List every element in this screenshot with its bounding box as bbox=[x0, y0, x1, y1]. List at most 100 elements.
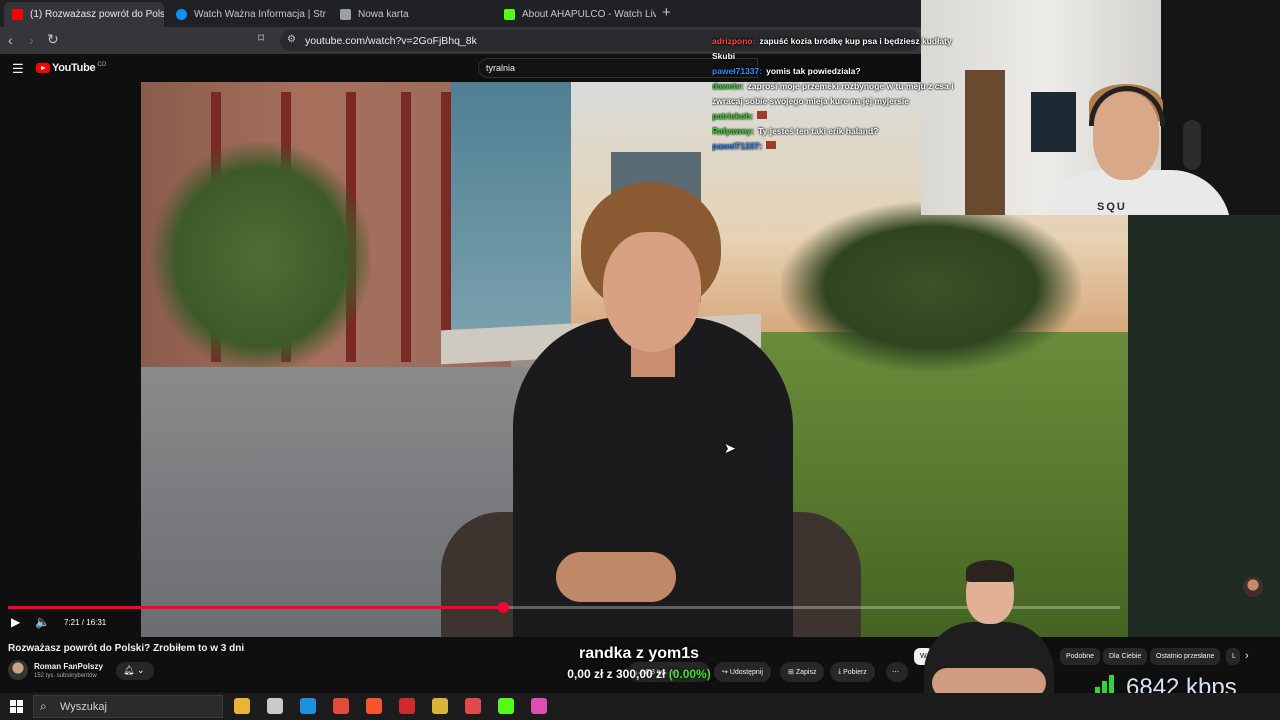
streamable-favicon-icon bbox=[176, 9, 187, 20]
donation-separator: z bbox=[606, 667, 613, 681]
chip-filter[interactable]: Dla Ciebie bbox=[1103, 648, 1148, 665]
streamer-webcam: SQU bbox=[921, 0, 1280, 215]
video-tree bbox=[151, 142, 371, 372]
chat-message: patrickoh: bbox=[712, 109, 962, 124]
volume-icon[interactable]: 🔈 bbox=[35, 615, 50, 629]
chat-text: zaprosi moje przemeki rozbynoge w tu mej… bbox=[747, 81, 954, 91]
app-red-icon[interactable] bbox=[399, 698, 415, 714]
donation-goal-title: randka z yom1s bbox=[578, 645, 700, 662]
avatar[interactable] bbox=[1243, 577, 1263, 597]
chat-text: zwracaj sobie swojego mieja kure na jej … bbox=[712, 96, 910, 106]
download-label: Pobierz bbox=[843, 668, 867, 676]
video-treeline bbox=[781, 202, 1081, 372]
tab-youtube[interactable]: (1) Rozważasz powrót do Polski? ✕ bbox=[4, 2, 164, 27]
chat-message: Skubi bbox=[712, 49, 962, 64]
app-yellow-icon[interactable] bbox=[432, 698, 448, 714]
webcam-door bbox=[965, 70, 1005, 215]
chat-username: adrizpono: bbox=[712, 36, 756, 46]
shirt-text: SQU bbox=[1097, 201, 1127, 213]
download-button[interactable]: ⤓ Pobierz bbox=[830, 662, 875, 682]
more-actions-button[interactable]: ⋯ bbox=[886, 662, 908, 682]
windows-start-icon[interactable] bbox=[10, 700, 23, 713]
shield-icon bbox=[340, 9, 351, 20]
channel-name[interactable]: Roman FanPolszy bbox=[34, 662, 103, 671]
tab-streamable[interactable]: Watch Ważna Informacja | Streamable bbox=[168, 2, 326, 27]
save-icon: ⊞ bbox=[788, 669, 794, 676]
chevron-right-icon[interactable]: › bbox=[1245, 650, 1249, 662]
search-icon: ⌕ bbox=[40, 699, 47, 713]
donation-target: 300,00 zł bbox=[615, 667, 666, 681]
chat-text: zapuść kozia bródkę kup psa i będziesz k… bbox=[759, 36, 952, 46]
chat-message: paweł71337: bbox=[712, 139, 962, 154]
chat-overlay: adrizpono: zapuść kozia bródkę kup psa i … bbox=[712, 34, 962, 154]
save-label: Zapisz bbox=[795, 668, 817, 676]
url-text: youtube.com/watch?v=2GoFjBhq_8k bbox=[305, 34, 477, 47]
logo-badge: CO bbox=[97, 62, 107, 68]
microphone-icon bbox=[1183, 120, 1201, 170]
donation-percent: (0.00%) bbox=[668, 667, 711, 681]
new-tab-icon[interactable]: + bbox=[662, 4, 671, 21]
video-glass-tower bbox=[451, 82, 571, 332]
chat-text: Skubi bbox=[712, 51, 736, 61]
chat-username: Rafyawey: bbox=[712, 126, 755, 136]
more-icon: ⋯ bbox=[892, 669, 899, 676]
brave-icon[interactable] bbox=[366, 698, 382, 714]
logo-text: YouTube bbox=[52, 62, 96, 74]
tab-label: Watch Ważna Informacja | Streamable bbox=[194, 9, 326, 20]
download-icon: ⤓ bbox=[838, 668, 842, 675]
chat-username: paweł71337: bbox=[712, 66, 763, 76]
time-display: 7:21 / 16:31 bbox=[64, 618, 107, 627]
webcam-poster bbox=[1031, 92, 1076, 152]
emote-icon bbox=[766, 141, 777, 149]
edge-icon[interactable] bbox=[300, 698, 316, 714]
emote-icon bbox=[757, 111, 768, 119]
video-person-hands bbox=[556, 552, 676, 602]
video-person-face bbox=[603, 232, 701, 352]
save-button[interactable]: ⊞ Zapisz bbox=[780, 662, 825, 682]
bookmark-icon[interactable]: ⌑ bbox=[258, 31, 264, 45]
kick-favicon-icon bbox=[504, 9, 515, 20]
tab-label: About AHAPULCO - Watch Live on Kick bbox=[522, 9, 656, 20]
tab-kick[interactable]: About AHAPULCO - Watch Live on Kick bbox=[496, 2, 656, 27]
chat-username: dawetv: bbox=[712, 81, 744, 91]
hamburger-menu-icon[interactable]: ☰ bbox=[12, 61, 24, 77]
chip-filter[interactable]: L bbox=[1226, 648, 1240, 665]
donation-goal-amount: 0,00 zł z 300,00 zł (0.00%) bbox=[508, 667, 770, 681]
taskbar-search-input[interactable]: Wyszukaj bbox=[33, 695, 223, 718]
donation-current: 0,00 zł bbox=[567, 667, 604, 681]
file-explorer-icon[interactable] bbox=[234, 698, 250, 714]
chat-message: Rafyawey: Ty jesteś ten taki erik haland? bbox=[712, 124, 962, 139]
app-circle-icon[interactable] bbox=[465, 698, 481, 714]
chip-filter[interactable]: Ostatnio przesłane bbox=[1150, 648, 1221, 665]
files-icon[interactable] bbox=[267, 698, 283, 714]
progress-scrubber[interactable] bbox=[497, 602, 509, 613]
forward-icon[interactable]: › bbox=[29, 32, 34, 48]
video-title: Rozważasz powrót do Polski? Zrobiłem to … bbox=[8, 643, 245, 654]
guest-hair bbox=[966, 560, 1014, 582]
mouse-cursor-icon: ➤ bbox=[724, 440, 736, 456]
chip-filter[interactable]: Podobne bbox=[1060, 648, 1101, 665]
channel-avatar[interactable] bbox=[8, 660, 28, 680]
youtube-logo[interactable]: YouTube CO bbox=[36, 62, 106, 74]
back-icon[interactable]: ‹ bbox=[8, 32, 13, 48]
site-info-icon[interactable]: ⚙ bbox=[287, 34, 296, 45]
chat-username: paweł71337: bbox=[712, 141, 763, 151]
sidebar-panel bbox=[1128, 215, 1280, 637]
notification-bell-button[interactable]: 🔔︎ ⌄ bbox=[116, 662, 154, 680]
chat-text: Ty jesteś ten taki erik haland? bbox=[758, 126, 879, 136]
chrome-icon[interactable] bbox=[333, 698, 349, 714]
reload-icon[interactable]: ↻ bbox=[47, 31, 59, 48]
progress-fill bbox=[8, 606, 503, 609]
app-pink-icon[interactable] bbox=[531, 698, 547, 714]
bell-icon: 🔔︎ bbox=[123, 665, 135, 675]
play-icon[interactable]: ▶ bbox=[11, 615, 20, 629]
channel-subscribers: 152 tys. subskrybentów bbox=[34, 673, 97, 679]
tab-label: Nowa karta bbox=[358, 9, 409, 20]
chat-text: yomis tak powiedziala? bbox=[766, 66, 861, 76]
kick-icon[interactable] bbox=[498, 698, 514, 714]
chat-message: zwracaj sobie swojego mieja kure na jej … bbox=[712, 94, 962, 109]
youtube-favicon-icon bbox=[12, 9, 23, 20]
tab-new[interactable]: Nowa karta bbox=[332, 2, 490, 27]
youtube-play-icon bbox=[36, 63, 50, 73]
tab-label: (1) Rozważasz powrót do Polski? bbox=[30, 9, 164, 20]
